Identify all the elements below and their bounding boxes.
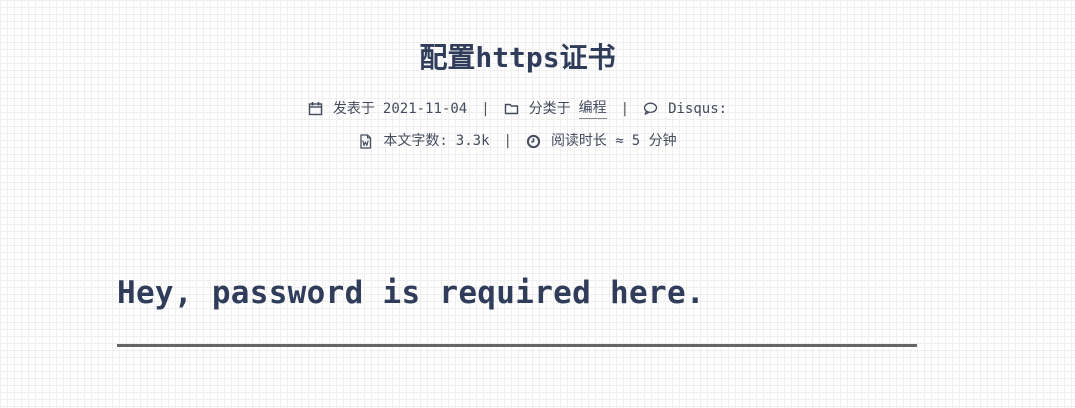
category-label: 分类于 — [528, 100, 571, 117]
post-date-item: 发表于 2021-11-04 — [308, 99, 467, 119]
comment-icon — [643, 101, 658, 116]
file-word-icon — [358, 133, 373, 149]
posted-label: 发表于 — [332, 100, 375, 117]
post-meta-row-1: 发表于 2021-11-04 | 分类于 编程 | Disqus: — [0, 98, 1035, 119]
post-category-item: 分类于 编程 — [504, 98, 607, 119]
post-readtime-item: 阅读时长 ≈ 5 分钟 — [526, 131, 677, 151]
password-input[interactable] — [117, 330, 917, 347]
category-link[interactable]: 编程 — [578, 98, 607, 119]
wordcount-value: 3.3k — [455, 133, 490, 149]
password-form: Hey, password is required here. — [117, 270, 917, 347]
meta-separator: | — [620, 100, 630, 117]
folder-icon — [504, 101, 519, 116]
calendar-icon — [308, 101, 323, 116]
readtime-label: 阅读时长 ≈ — [550, 133, 624, 149]
meta-separator: | — [481, 100, 490, 117]
readtime-value: 5 分钟 — [631, 133, 677, 149]
post-title: 配置https证书 — [419, 41, 616, 74]
password-prompt: Hey, password is required here. — [117, 275, 705, 311]
post-comments-item[interactable]: Disqus: — [643, 99, 727, 119]
post-meta-row-2: 本文字数: 3.3k | 阅读时长 ≈ 5 分钟 — [0, 131, 1035, 151]
post-wordcount-item: 本文字数: 3.3k — [358, 131, 490, 151]
clock-icon — [526, 134, 541, 149]
posted-date: 2021-11-04 — [382, 100, 468, 117]
disqus-comments-label[interactable]: Disqus: — [668, 99, 727, 119]
wordcount-label: 本文字数: — [383, 133, 448, 149]
meta-separator: | — [503, 133, 512, 149]
